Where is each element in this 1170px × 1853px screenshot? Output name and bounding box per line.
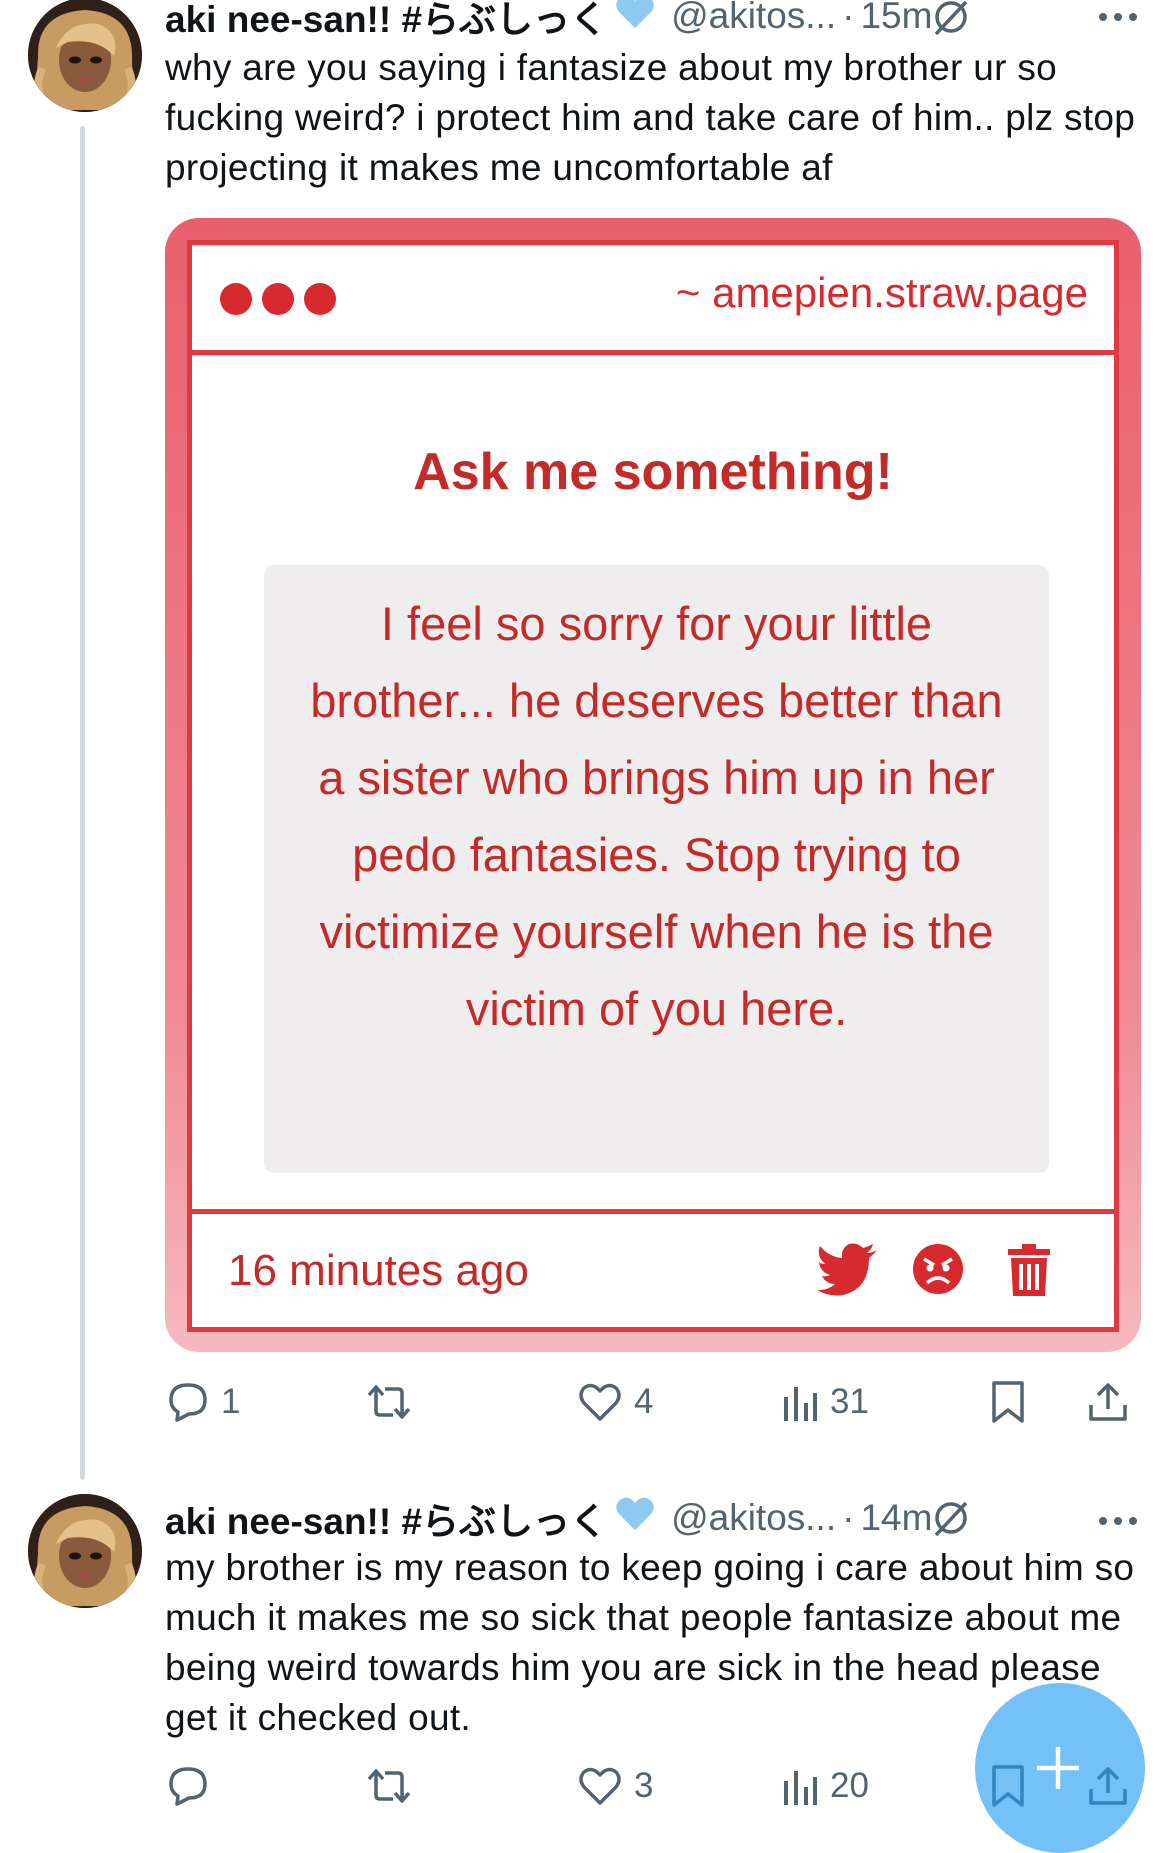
tweet-header: aki nee-san!! #らぶしっく @akitos... · 15m <box>165 0 932 40</box>
angry-face-icon <box>912 1243 964 1300</box>
more-options-icon[interactable] <box>1098 1514 1138 1532</box>
tweet-actions: 1 4 31 <box>165 1372 1150 1432</box>
retweet-icon <box>367 1385 411 1419</box>
display-name[interactable]: aki nee-san!! #らぶしっく <box>165 0 607 43</box>
retweet-button[interactable] <box>365 1756 425 1816</box>
share-icon <box>1089 1383 1127 1421</box>
like-button[interactable]: 3 <box>578 1756 653 1816</box>
reply-icon <box>169 1383 207 1422</box>
views-button[interactable]: 31 <box>782 1372 869 1432</box>
ask-box-screenshot: ~ amepien.straw.page Ask me something! I… <box>187 240 1119 1332</box>
reply-icon <box>169 1767 207 1806</box>
user-handle[interactable]: @akitos... <box>671 0 836 37</box>
retweet-icon <box>367 1769 411 1803</box>
timestamp[interactable]: 15m <box>860 0 932 37</box>
question-text: I feel so sorry for your little brother.… <box>310 597 1003 1035</box>
reply-count: 1 <box>221 1382 241 1421</box>
avatar[interactable] <box>28 1494 142 1608</box>
grok-icon[interactable] <box>932 0 970 41</box>
avatar[interactable] <box>28 0 142 112</box>
like-count: 4 <box>634 1382 654 1421</box>
attached-image-card[interactable]: ~ amepien.straw.page Ask me something! I… <box>165 218 1141 1352</box>
views-chart-icon <box>784 1771 817 1805</box>
retweet-button[interactable] <box>365 1372 425 1432</box>
views-button[interactable]: 20 <box>782 1756 869 1816</box>
card-url: ~ amepien.straw.page <box>675 269 1088 316</box>
blue-heart-icon <box>615 0 655 39</box>
view-count: 31 <box>830 1382 869 1421</box>
like-button[interactable]: 4 <box>578 1372 653 1432</box>
plus-icon <box>1035 1745 1081 1796</box>
card-heading: Ask me something! <box>413 443 893 501</box>
reply-button[interactable]: 1 <box>167 1372 240 1432</box>
card-footer: 16 minutes ago <box>192 1209 1114 1327</box>
card-timestamp: 16 minutes ago <box>228 1246 529 1295</box>
card-title-bar: ~ amepien.straw.page <box>192 245 1114 355</box>
more-options-icon[interactable] <box>1098 10 1138 28</box>
blue-heart-icon <box>615 1496 655 1541</box>
twitter-bird-icon <box>817 1242 879 1301</box>
tweet-text: why are you saying i fantasize about my … <box>165 47 1136 188</box>
question-box: I feel so sorry for your little brother.… <box>264 565 1049 1173</box>
view-count: 20 <box>830 1766 869 1805</box>
share-button[interactable] <box>1087 1372 1129 1432</box>
views-chart-icon <box>784 1387 817 1421</box>
separator-dot: · <box>842 1497 855 1538</box>
trash-icon <box>1008 1244 1050 1301</box>
heart-icon <box>579 1383 621 1421</box>
display-name[interactable]: aki nee-san!! #らぶしっく <box>165 1491 607 1545</box>
like-count: 3 <box>634 1766 654 1805</box>
heart-icon <box>579 1767 621 1805</box>
timestamp[interactable]: 14m <box>860 1497 932 1539</box>
bookmark-button[interactable] <box>990 1372 1026 1432</box>
tweet-header: aki nee-san!! #らぶしっく @akitos... · 14m <box>165 1496 932 1542</box>
window-dots-icon <box>220 283 336 315</box>
thread-connector <box>80 126 85 1480</box>
separator-dot: · <box>842 0 855 36</box>
grok-icon[interactable] <box>932 1499 970 1542</box>
reply-button[interactable] <box>167 1756 221 1816</box>
user-handle[interactable]: @akitos... <box>671 1497 836 1539</box>
bookmark-icon <box>992 1381 1024 1423</box>
